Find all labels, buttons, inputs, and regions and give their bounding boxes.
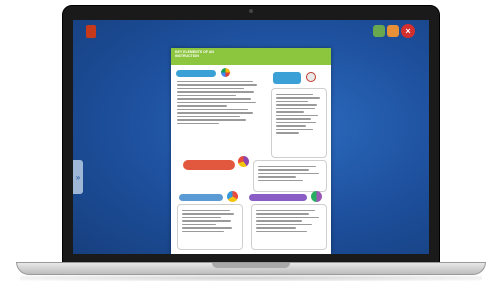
section-pill: [183, 160, 235, 170]
color-wheel-icon: [227, 191, 238, 202]
laptop-shadow: [20, 275, 482, 281]
book-icon[interactable]: [86, 25, 96, 38]
camera-icon: [249, 9, 253, 13]
color-wheel-icon: [221, 68, 230, 77]
side-panel-toggle[interactable]: »: [73, 160, 83, 194]
section-box: [177, 204, 243, 250]
pen-icon[interactable]: [387, 25, 399, 37]
side-box: [271, 88, 327, 158]
laptop-screen: × » KEY ELEMENTS OF AN INSTRUCTION: [73, 20, 429, 254]
laptop-notch: [212, 263, 290, 268]
tree-icon[interactable]: [373, 25, 385, 37]
section-box: [251, 204, 327, 250]
document-header: KEY ELEMENTS OF AN INSTRUCTION: [171, 48, 331, 65]
document-page: KEY ELEMENTS OF AN INSTRUCTION: [171, 48, 331, 254]
section-pill: [179, 194, 223, 201]
badge-icon: [306, 72, 316, 82]
badge-icon: [311, 191, 322, 202]
close-icon[interactable]: ×: [401, 24, 415, 38]
section-text: [177, 81, 261, 126]
section-pill: [273, 72, 301, 84]
document-title: KEY ELEMENTS OF AN INSTRUCTION: [175, 50, 214, 58]
star-badge-icon: [238, 156, 249, 167]
section-pill: [249, 194, 307, 201]
section-pill: [176, 70, 216, 77]
callout-box: [253, 160, 327, 192]
